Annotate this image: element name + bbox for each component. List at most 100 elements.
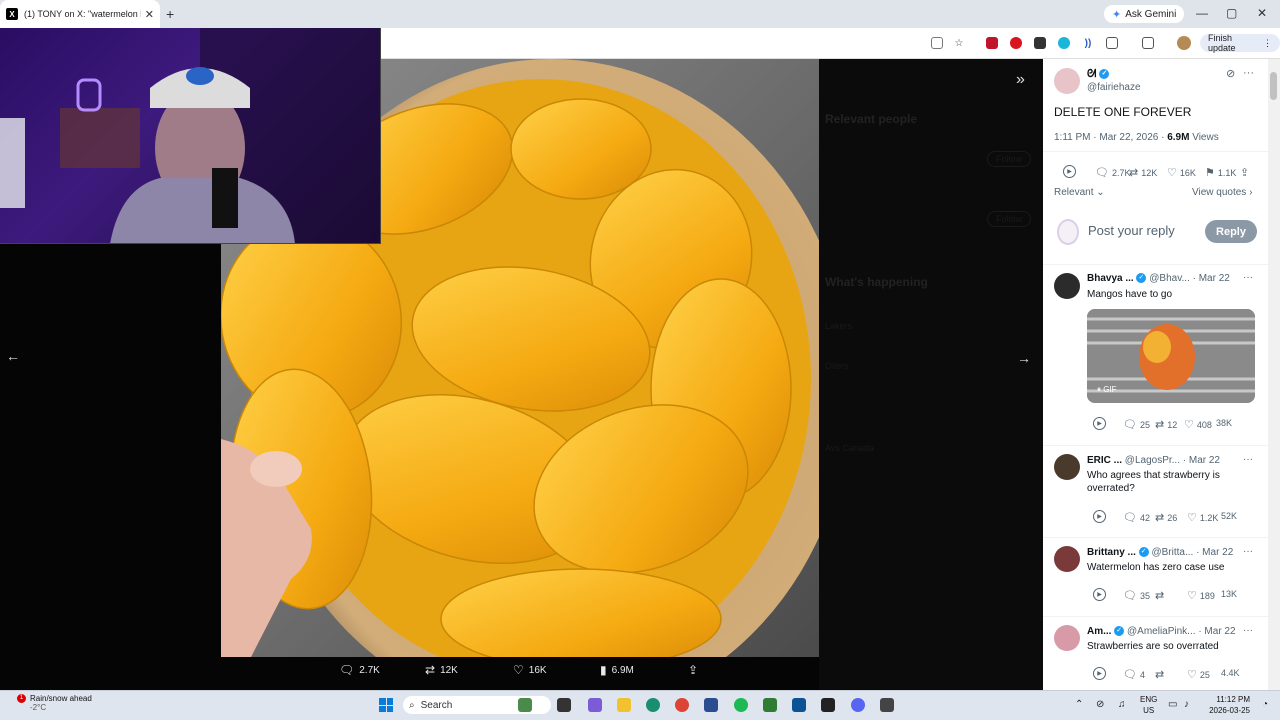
author-handle[interactable]: @fairiehaze bbox=[1087, 82, 1141, 93]
extensions-puzzle-icon[interactable] bbox=[1106, 37, 1118, 49]
extension-grid-icon[interactable] bbox=[1034, 37, 1046, 49]
extension-blue-icon[interactable] bbox=[1058, 37, 1070, 49]
like-stat[interactable]: ♡ 189 bbox=[1187, 589, 1215, 602]
finish-update-label: Finish update bbox=[1208, 33, 1236, 53]
reply-more-icon[interactable]: ··· bbox=[1243, 272, 1253, 283]
reply-avatar[interactable] bbox=[1054, 625, 1080, 651]
minimize-button[interactable]: — bbox=[1196, 6, 1208, 20]
repost-stat[interactable]: ⇄ bbox=[1155, 589, 1167, 602]
extension-stop-icon[interactable] bbox=[1010, 37, 1022, 49]
scrollbar-thumb[interactable] bbox=[1270, 72, 1277, 100]
repost-stat[interactable]: ⇄ 26 bbox=[1155, 511, 1177, 524]
collapse-panel-icon[interactable]: » bbox=[1016, 71, 1025, 89]
prev-media-icon[interactable]: ← bbox=[6, 348, 20, 364]
finish-update-button[interactable]: Finish update ⋮ bbox=[1200, 33, 1280, 53]
network-icon[interactable]: ⊘ bbox=[1096, 699, 1104, 710]
author-name[interactable]: ᘛ ✓ bbox=[1087, 68, 1110, 81]
more-options-icon[interactable]: ··· bbox=[1243, 67, 1254, 79]
views-stat[interactable]: 4.4K bbox=[1221, 668, 1240, 678]
reply-item[interactable]: Brittany ... ✓ @Britta... · Mar 22 ··· W… bbox=[1043, 537, 1268, 616]
volume-icon[interactable]: ♪ bbox=[1184, 699, 1189, 710]
4k-app-icon[interactable] bbox=[821, 698, 835, 712]
reply-avatar[interactable] bbox=[1054, 546, 1080, 572]
extension-wave-icon[interactable]: )) bbox=[1082, 37, 1094, 49]
repost-icon: ⇄ bbox=[1155, 669, 1165, 681]
edge-icon[interactable] bbox=[646, 698, 660, 712]
app-icon[interactable] bbox=[704, 698, 718, 712]
repost-stat[interactable]: ⇄ bbox=[1155, 668, 1167, 681]
media-like-button[interactable]: ♡ 16K bbox=[513, 663, 547, 677]
extension-red-icon[interactable] bbox=[986, 37, 998, 49]
sort-dropdown[interactable]: Relevant ⌄ bbox=[1054, 187, 1105, 198]
task-view-icon[interactable] bbox=[557, 698, 571, 712]
share-stat[interactable]: ⇪ bbox=[1240, 166, 1249, 179]
panel-scrollbar[interactable] bbox=[1268, 59, 1280, 690]
views-stat[interactable]: 52K bbox=[1221, 511, 1237, 521]
media-repost-button[interactable]: ⇄ 12K bbox=[425, 663, 458, 677]
reply-avatar[interactable] bbox=[1054, 273, 1080, 299]
media-reply-button[interactable]: 🗨 2.7K bbox=[339, 663, 380, 677]
views-stat[interactable]: 13K bbox=[1221, 589, 1237, 599]
view-quotes-link[interactable]: View quotes › bbox=[1192, 187, 1252, 198]
microphone-icon[interactable]: ♫ bbox=[1118, 699, 1126, 710]
reply-more-icon[interactable]: ··· bbox=[1243, 454, 1253, 465]
reply-input[interactable]: Post your reply bbox=[1088, 223, 1175, 238]
tray-chevron-icon[interactable]: ⌃ bbox=[1075, 699, 1083, 710]
repost-stat[interactable]: ⇄ 12K bbox=[1129, 166, 1157, 179]
like-stat[interactable]: ♡ 1.2K bbox=[1187, 511, 1218, 524]
media-share-button[interactable]: ⇪ bbox=[688, 663, 698, 677]
next-media-icon[interactable]: → bbox=[1017, 350, 1031, 366]
language-indicator[interactable]: ENG US bbox=[1140, 694, 1157, 716]
notifications-icon[interactable]: ◔ bbox=[1262, 699, 1268, 710]
reply-item[interactable]: ERIC ... @LagosPr... · Mar 22 ··· Who ag… bbox=[1043, 445, 1268, 537]
like-stat[interactable]: ♡ 25 bbox=[1187, 668, 1210, 681]
reply-more-icon[interactable]: ··· bbox=[1243, 546, 1253, 557]
install-icon[interactable] bbox=[931, 37, 943, 49]
browser-tab[interactable]: X (1) TONY on X: "watermelon bc ✕ bbox=[0, 0, 160, 28]
spotify-icon[interactable] bbox=[734, 698, 748, 712]
app-icon[interactable] bbox=[880, 698, 894, 712]
ask-gemini-button[interactable]: ✦ Ask Gemini bbox=[1104, 5, 1185, 23]
reply-more-icon[interactable]: ··· bbox=[1243, 625, 1253, 636]
verified-icon: ✓ bbox=[1114, 626, 1125, 637]
profile-avatar[interactable] bbox=[1177, 36, 1191, 50]
copilot-icon[interactable] bbox=[588, 698, 602, 712]
sheets-icon[interactable] bbox=[763, 698, 777, 712]
reply-stat[interactable]: 🗨 42 bbox=[1123, 511, 1150, 524]
reply-stat[interactable]: 🗨 25 bbox=[1123, 418, 1150, 431]
system-clock[interactable]: 11:12 PM 2026-03-25 bbox=[1198, 694, 1250, 716]
like-stat[interactable]: ♡ 408 bbox=[1184, 418, 1212, 431]
split-view-icon[interactable] bbox=[1142, 37, 1154, 49]
play-icon[interactable]: ▶ bbox=[1093, 417, 1106, 430]
reply-stat[interactable]: 🗨 35 bbox=[1123, 589, 1150, 602]
new-tab-button[interactable]: + bbox=[166, 6, 174, 22]
app-icon[interactable] bbox=[792, 698, 806, 712]
views-stat[interactable]: 38K bbox=[1216, 418, 1232, 428]
bookmark-stat[interactable]: ⚑ 1.1K bbox=[1205, 166, 1236, 179]
bookmark-star-icon[interactable]: ☆ bbox=[953, 37, 965, 49]
grok-icon[interactable]: ⊘ bbox=[1226, 67, 1235, 80]
play-icon[interactable]: ▶ bbox=[1093, 588, 1106, 601]
discord-icon[interactable] bbox=[851, 698, 865, 712]
chrome-icon[interactable] bbox=[675, 698, 689, 712]
close-window-button[interactable]: ✕ bbox=[1257, 6, 1267, 20]
author-avatar[interactable] bbox=[1054, 68, 1080, 94]
reply-stat[interactable]: 🗨 4 bbox=[1123, 668, 1145, 681]
file-explorer-icon[interactable] bbox=[617, 698, 631, 712]
play-icon[interactable]: ▶ bbox=[1093, 510, 1106, 523]
play-icon[interactable]: ▶ bbox=[1063, 165, 1076, 178]
reply-gif[interactable]: ⏸ GIF bbox=[1087, 309, 1255, 403]
repost-stat[interactable]: ⇄ 12 bbox=[1155, 418, 1177, 431]
like-stat[interactable]: ♡ 16K bbox=[1167, 166, 1196, 179]
reply-button[interactable]: Reply bbox=[1205, 220, 1257, 243]
maximize-button[interactable]: ▢ bbox=[1226, 6, 1237, 20]
display-icon[interactable]: ▭ bbox=[1168, 699, 1177, 710]
reply-item[interactable]: Am... ✓ @AmeliaPink... · Mar 22 ··· Stra… bbox=[1043, 616, 1268, 690]
reply-stat[interactable]: 🗨 2.7K bbox=[1095, 166, 1130, 179]
tab-close-icon[interactable]: ✕ bbox=[145, 8, 154, 21]
reply-avatar[interactable] bbox=[1054, 454, 1080, 480]
start-button[interactable] bbox=[379, 698, 393, 712]
media-views-button[interactable]: ▮ 6.9M bbox=[600, 663, 634, 677]
play-icon[interactable]: ▶ bbox=[1093, 667, 1106, 680]
reply-item[interactable]: Bhavya ... ✓ @Bhav... · Mar 22 ··· Mango… bbox=[1043, 264, 1268, 445]
